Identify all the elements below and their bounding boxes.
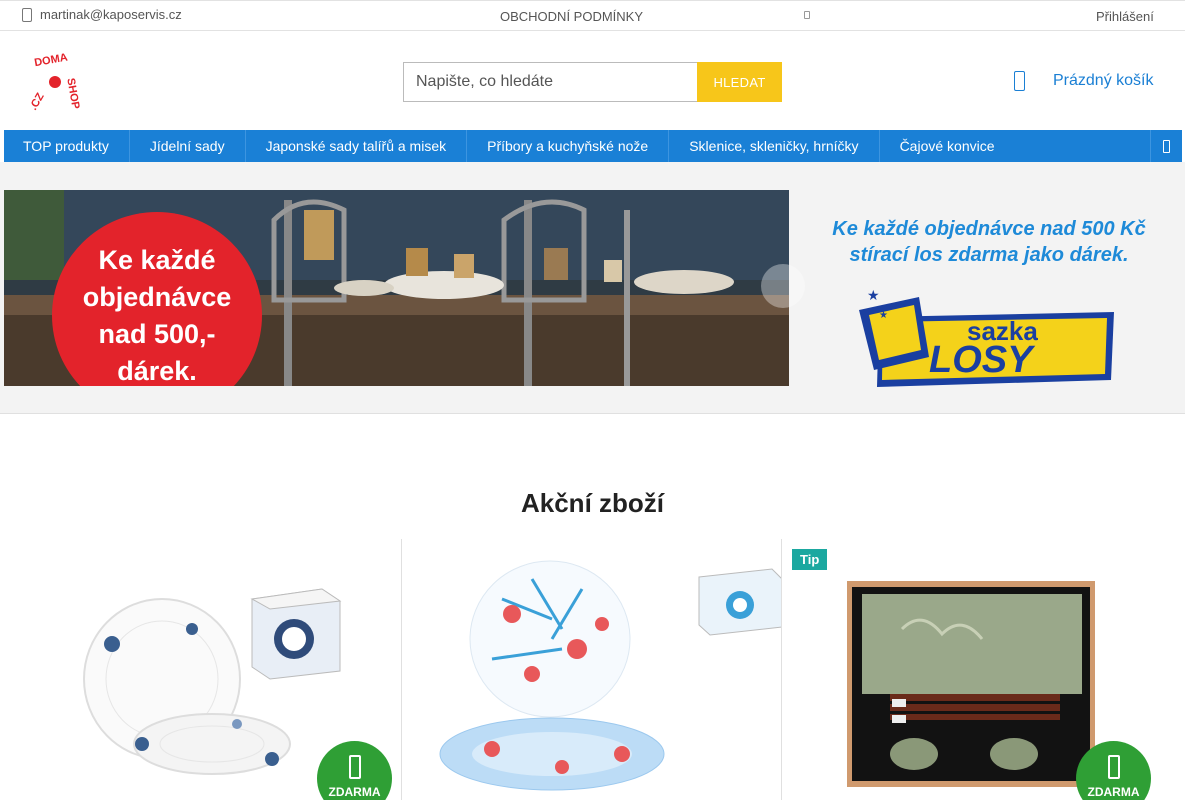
product-image (439, 560, 781, 791)
gift-icon (348, 755, 361, 779)
nav-item-top-produkty[interactable]: TOP produkty (4, 130, 130, 162)
nav-item-pribory[interactable]: Příbory a kuchyňské nože (467, 130, 670, 162)
search-input[interactable] (403, 62, 697, 102)
svg-text:.CZ: .CZ (27, 91, 46, 113)
sazka-losy-logo: sazka LOSY ★ ★ (859, 287, 1114, 387)
free-gift-label: ZDARMA (328, 785, 381, 799)
product-card[interactable]: Tip ZDARMA (782, 539, 1162, 800)
losy-text: LOSY (929, 339, 1036, 381)
nav-item-japonske-sady[interactable]: Japonské sady talířů a misek (246, 130, 468, 162)
site-logo[interactable]: DOMA SHOP .CZ (24, 51, 86, 113)
menu-icon (1163, 139, 1170, 153)
contact-email[interactable]: martinak@kaposervis.cz (22, 7, 182, 22)
cart-label[interactable]: Prázdný košík (1053, 72, 1153, 90)
contact-email-text[interactable]: martinak@kaposervis.cz (40, 7, 182, 22)
phone-icon (22, 7, 32, 22)
main-banner-slide[interactable]: Ke každé objednávce nad 500,- dárek. (4, 190, 789, 386)
free-gift-label: ZDARMA (1087, 785, 1140, 799)
svg-text:DOMA: DOMA (33, 52, 68, 70)
search-form: HLEDAT (403, 62, 782, 102)
cart-link[interactable]: Prázdný košík (1014, 71, 1153, 91)
product-card[interactable] (402, 539, 782, 800)
promo-line-4: dárek. (117, 355, 197, 386)
svg-text:SHOP: SHOP (64, 77, 81, 110)
logo-mark: DOMA SHOP .CZ (27, 52, 81, 113)
star-icon: ★ (867, 287, 880, 303)
promo-line-3: nad 500,- (98, 318, 216, 349)
nav-item-sklenice[interactable]: Sklenice, skleničky, hrníčky (669, 130, 880, 162)
product-card[interactable]: ZDARMA (22, 539, 402, 800)
nav-more-button[interactable] (1150, 130, 1182, 162)
phone-icon-small[interactable] (804, 11, 810, 19)
nav-item-cajove-konvice[interactable]: Čajové konvice (880, 130, 1015, 162)
cart-icon[interactable] (1014, 71, 1025, 91)
slider-next-arrow[interactable] (761, 264, 805, 308)
tip-badge: Tip (792, 549, 828, 570)
side-banner-sazka[interactable]: Ke každé objednávce nad 500 Kč stírací l… (789, 182, 1185, 394)
header: DOMA SHOP .CZ HLEDAT Prázdný košík (0, 31, 1185, 129)
promo-line-2: objednávce (82, 281, 232, 312)
section-title: Akční zboží (520, 488, 664, 518)
nav-item-jidelni-sady[interactable]: Jídelní sady (130, 130, 246, 162)
gift-icon (1107, 755, 1120, 779)
banner-area: Ke každé objednávce nad 500,- dárek. Ke … (0, 162, 1185, 414)
main-navigation: TOP produkty Jídelní sady Japonské sady … (4, 130, 1182, 162)
promo-line-1: Ke každé (98, 244, 216, 275)
top-bar: martinak@kaposervis.cz OBCHODNÍ PODMÍNKY… (0, 0, 1185, 31)
search-button[interactable]: HLEDAT (697, 62, 782, 102)
terms-link[interactable]: OBCHODNÍ PODMÍNKY (500, 9, 643, 24)
login-link[interactable]: Přihlášení (1096, 9, 1154, 24)
star-icon: ★ (879, 310, 888, 321)
product-grid: ZDARMA Tip ZDARMA (22, 539, 1182, 800)
